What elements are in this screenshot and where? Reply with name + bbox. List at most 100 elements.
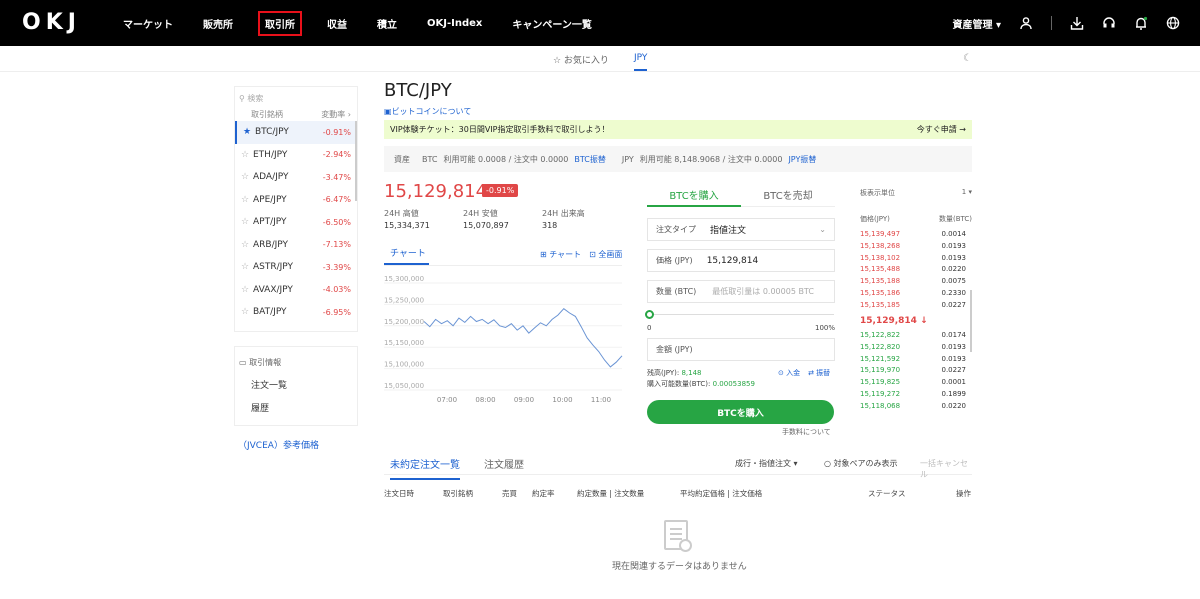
menu-history[interactable]: 履歴 [235,391,357,414]
empty-state-text: 現在関連するデータはありません [612,562,747,572]
bid-row[interactable]: 15,119,825 0.0001 [860,378,966,386]
star-icon[interactable]: ☆ [241,240,253,250]
star-icon[interactable]: ★ [243,127,255,137]
ask-row[interactable]: 15,135,188 0.0075 [860,277,966,285]
star-icon[interactable]: ☆ [241,307,253,317]
amount-slider-track[interactable] [648,314,834,315]
bid-row[interactable]: 15,118,068 0.0220 [860,402,966,410]
ask-row[interactable]: 15,135,186 0.2330 [860,289,966,297]
pair-search[interactable]: ⚲ 検索 [235,87,357,107]
nav-earn[interactable]: 収益 [322,13,352,34]
amount-slider-handle[interactable] [645,310,654,319]
unit-select[interactable]: 1 ▾ [962,188,972,198]
pair-row-btc[interactable]: ★ BTC/JPY -0.91% [235,121,357,144]
jvcea-reference-link[interactable]: （JVCEA）参考価格 [238,438,319,451]
nav-otc[interactable]: 販売所 [198,13,238,34]
pair-only-toggle[interactable]: ○ 対象ペアのみ表示 [824,458,898,469]
fullscreen-link[interactable]: ⊡ 全画面 [589,249,622,260]
download-icon[interactable] [1070,16,1084,30]
nav-market[interactable]: マーケット [118,13,178,34]
globe-icon[interactable] [1166,16,1180,30]
transfer-link[interactable]: ⇄ 振替 [808,368,830,378]
pair-row-avax[interactable]: ☆ AVAX/JPY -4.03% [235,279,357,302]
col-change[interactable]: 変動率 › [321,109,351,119]
tab-order-history[interactable]: 注文履歴 [484,456,524,471]
fee-link[interactable]: 手数料について [782,427,831,437]
pair-row-arb[interactable]: ☆ ARB/JPY -7.13% [235,234,357,257]
star-icon[interactable]: ☆ [241,262,253,272]
price-input[interactable]: 価格 (JPY) 15,129,814 [647,249,835,272]
star-icon[interactable]: ☆ [241,285,253,295]
theme-toggle-icon[interactable]: ☾ [963,53,972,64]
orderbook-qty: 0.0193 [941,241,967,250]
nav-okj-index[interactable]: OKJ-Index [422,15,487,32]
pair-list-scrollbar[interactable] [355,121,357,201]
price-chart[interactable]: 15,300,000 15,250,000 15,200,000 15,150,000… [384,272,624,407]
vip-apply-link[interactable]: 今すぐ申請 → [917,124,966,135]
bid-row[interactable]: 15,119,970 0.0227 [860,366,966,374]
pair-row-astr[interactable]: ☆ ASTR/JPY -3.39% [235,256,357,279]
ask-row[interactable]: 15,139,497 0.0014 [860,230,966,238]
tab-buy[interactable]: BTCを購入 [647,180,741,207]
buy-button[interactable]: BTCを購入 [647,400,834,424]
ask-row[interactable]: 15,138,102 0.0193 [860,254,966,262]
about-coin-link[interactable]: ▣ビットコインについて [384,106,471,117]
deposit-link[interactable]: ⊙ 入金 [778,368,800,378]
pair-name: APE/JPY [253,194,287,205]
jpy-transfer-link[interactable]: JPY振替 [788,154,816,165]
info-title-text: 取引情報 [249,358,282,367]
pair-change: -0.91% [322,127,351,137]
quantity-input[interactable]: 数量 (BTC) 最低取引量は 0.00005 BTC [647,280,835,303]
orderbook-price: 15,119,970 [860,366,901,375]
star-icon[interactable]: ☆ [241,195,253,205]
nav-exchange[interactable]: 取引所 [258,10,302,36]
nav-recurring[interactable]: 積立 [372,13,402,34]
pair-row-ape[interactable]: ☆ APE/JPY -6.47% [235,189,357,212]
col-avg-price: 平均約定価格 | 注文価格 [680,489,763,498]
pair-row-bat[interactable]: ☆ BAT/JPY -6.95% [235,301,357,324]
tab-sell[interactable]: BTCを売却 [741,180,835,207]
col-action: 操作 [956,489,971,498]
ask-row[interactable]: 15,135,185 0.0227 [860,301,966,309]
bell-icon[interactable] [1134,16,1148,30]
okj-logo[interactable]: O K J [22,11,77,35]
bid-row[interactable]: 15,122,822 0.0174 [860,331,966,339]
ask-row[interactable]: 15,138,268 0.0193 [860,242,966,250]
tab-jpy[interactable]: JPY [634,53,648,71]
nav-campaigns[interactable]: キャンペーン一覧 [507,13,597,34]
star-icon[interactable]: ☆ [241,217,253,227]
balance-value: 8,148 [681,369,702,377]
support-icon[interactable] [1102,16,1116,30]
star-icon[interactable]: ☆ [241,172,253,182]
vip-banner[interactable]: VIP体験チケット：30日間VIP指定取引手数料で取引しよう！ 今すぐ申請 → [384,120,972,139]
col-fill-rate: 約定率 [532,489,555,498]
asset-menu[interactable]: 資産管理 ▾ [952,16,1001,31]
ask-row[interactable]: 15,135,488 0.0220 [860,265,966,273]
pair-row-apt[interactable]: ☆ APT/JPY -6.50% [235,211,357,234]
orderbook-scrollbar[interactable] [970,290,972,352]
pair-name: ETH/JPY [253,149,288,160]
orderbook-qty: 0.0227 [941,366,967,375]
orderbook-qty: 0.0075 [941,277,967,286]
pair-row-eth[interactable]: ☆ ETH/JPY -2.94% [235,144,357,167]
bid-row[interactable]: 15,122,820 0.0193 [860,343,966,351]
chart-view-link[interactable]: ⊞ チャート [540,249,581,260]
chart-links: ⊞ チャート ⊡ 全画面 [540,249,622,260]
orderbook-qty: 0.0227 [941,300,967,309]
tab-favorites[interactable]: ☆ お気に入り [553,53,609,66]
quote-tabs: ☆ お気に入り JPY ☾ [0,46,1200,72]
pair-row-ada[interactable]: ☆ ADA/JPY -3.47% [235,166,357,189]
bid-row[interactable]: 15,119,272 0.1899 [860,390,966,398]
order-type-select[interactable]: 注文タイプ 指値注文 ⌄ [647,218,835,241]
tab-open-orders[interactable]: 未約定注文一覧 [390,456,460,480]
order-type-filter[interactable]: 成行・指値注文 ▾ [735,458,798,469]
tab-chart[interactable]: チャート [384,246,429,265]
btc-transfer-link[interactable]: BTC振替 [574,154,606,165]
menu-order-list[interactable]: 注文一覧 [235,368,357,391]
amount-input[interactable]: 金額 (JPY) [647,338,835,361]
user-icon[interactable] [1019,16,1033,30]
bid-row[interactable]: 15,121,592 0.0193 [860,355,966,363]
logo-letter: K [45,10,64,35]
star-icon[interactable]: ☆ [241,150,253,160]
cancel-all-button[interactable]: 一括キャンセル [920,458,972,480]
